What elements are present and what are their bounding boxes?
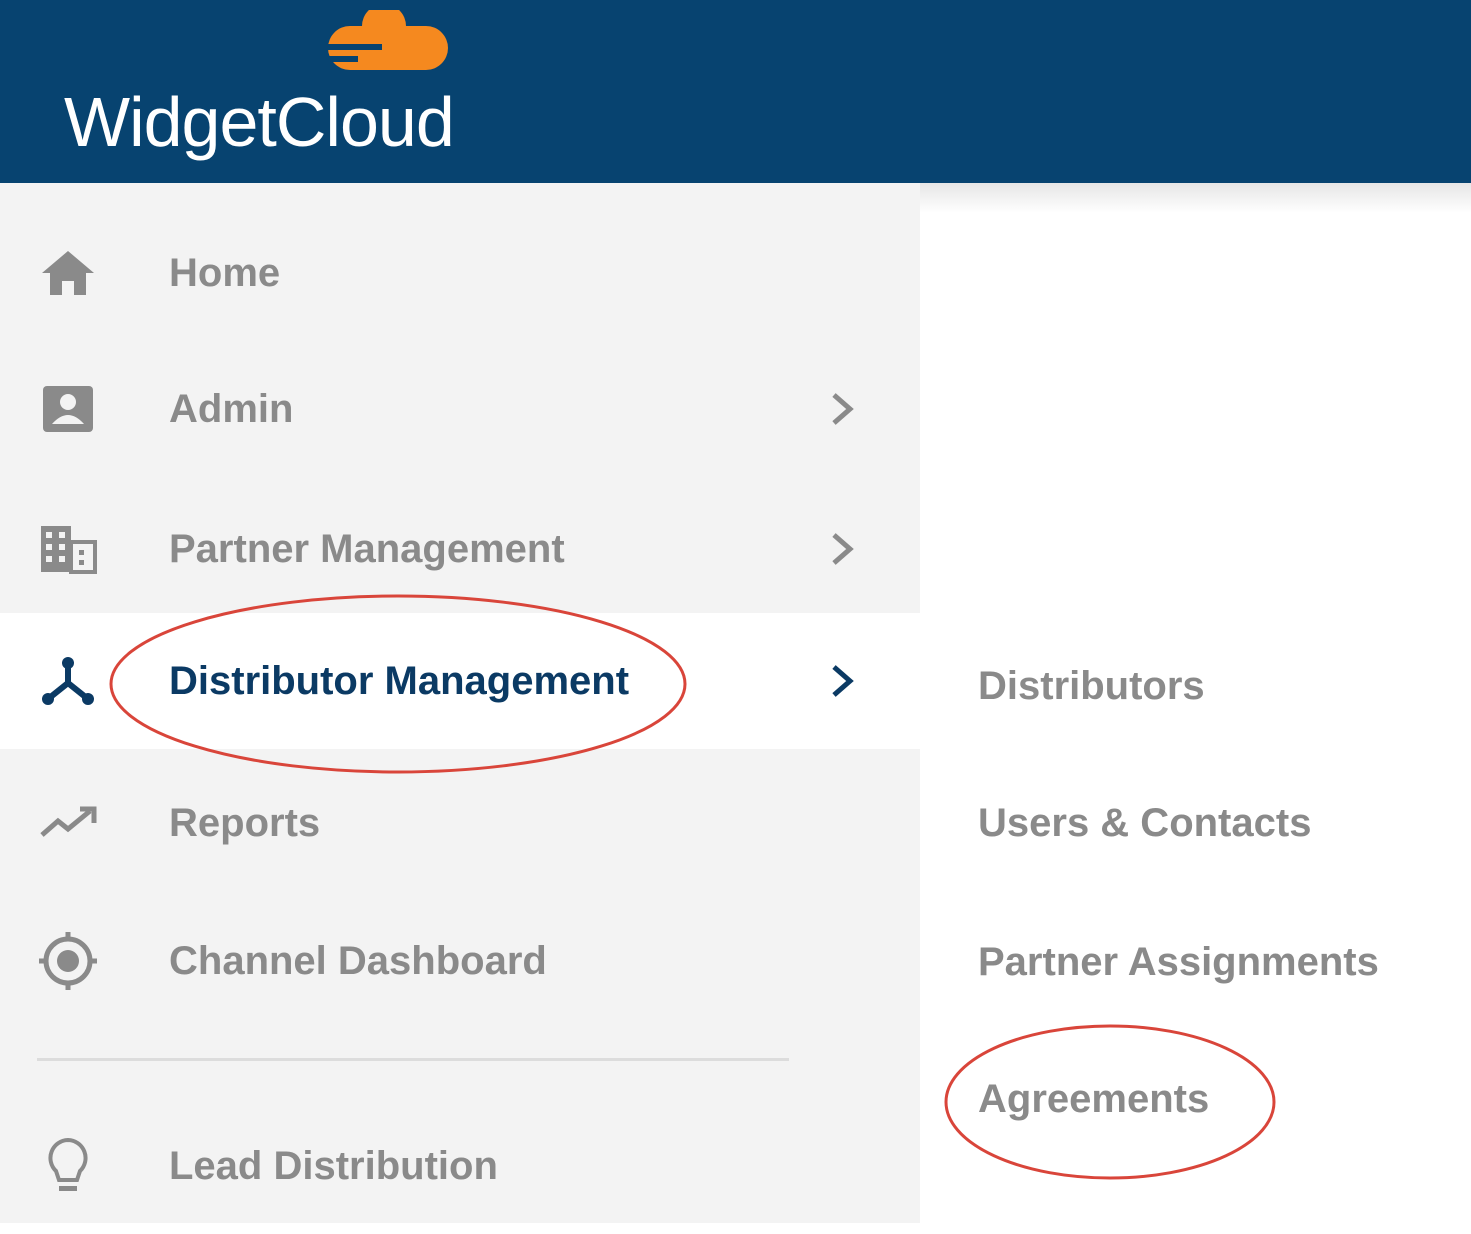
cloud-icon — [318, 10, 448, 70]
sidebar-item-label: Channel Dashboard — [169, 938, 547, 983]
brand-logo[interactable]: WidgetCloud — [64, 82, 455, 162]
sidebar-divider — [37, 1058, 789, 1061]
sidebar: Home Admin Partner Management Distributo… — [0, 183, 920, 1223]
app-header: WidgetCloud — [0, 0, 1471, 183]
sidebar-item-label: Lead Distribution — [169, 1143, 498, 1188]
sidebar-item-home[interactable]: Home — [0, 205, 920, 341]
home-icon — [36, 241, 100, 305]
sidebar-item-lead-distribution[interactable]: Lead Distribution — [0, 1098, 920, 1234]
header-shadow — [920, 183, 1471, 213]
sidebar-item-admin[interactable]: Admin — [0, 341, 920, 477]
sidebar-item-distributor-management[interactable]: Distributor Management — [0, 613, 920, 749]
sidebar-item-label: Partner Management — [169, 526, 565, 571]
sidebar-item-partner-management[interactable]: Partner Management — [0, 481, 920, 617]
distribution-network-icon — [36, 649, 100, 713]
sidebar-item-reports[interactable]: Reports — [0, 755, 920, 891]
submenu-item-distributors[interactable]: Distributors — [978, 656, 1205, 716]
target-icon — [36, 929, 100, 993]
building-icon — [36, 517, 100, 581]
chevron-right-icon — [832, 533, 854, 565]
sidebar-item-label: Reports — [169, 800, 321, 845]
submenu-item-partner-assignments[interactable]: Partner Assignments — [978, 932, 1379, 992]
sidebar-item-label: Home — [169, 250, 281, 295]
trending-up-icon — [36, 791, 100, 855]
chevron-right-icon — [832, 665, 854, 697]
lightbulb-icon — [36, 1134, 100, 1198]
sidebar-item-channel-dashboard[interactable]: Channel Dashboard — [0, 893, 920, 1029]
contact-card-icon — [36, 377, 100, 441]
chevron-right-icon — [832, 393, 854, 425]
sidebar-item-label: Admin — [169, 386, 294, 431]
submenu-item-agreements[interactable]: Agreements — [978, 1069, 1209, 1129]
sidebar-item-label: Distributor Management — [169, 658, 630, 703]
submenu-item-users-contacts[interactable]: Users & Contacts — [978, 793, 1311, 853]
